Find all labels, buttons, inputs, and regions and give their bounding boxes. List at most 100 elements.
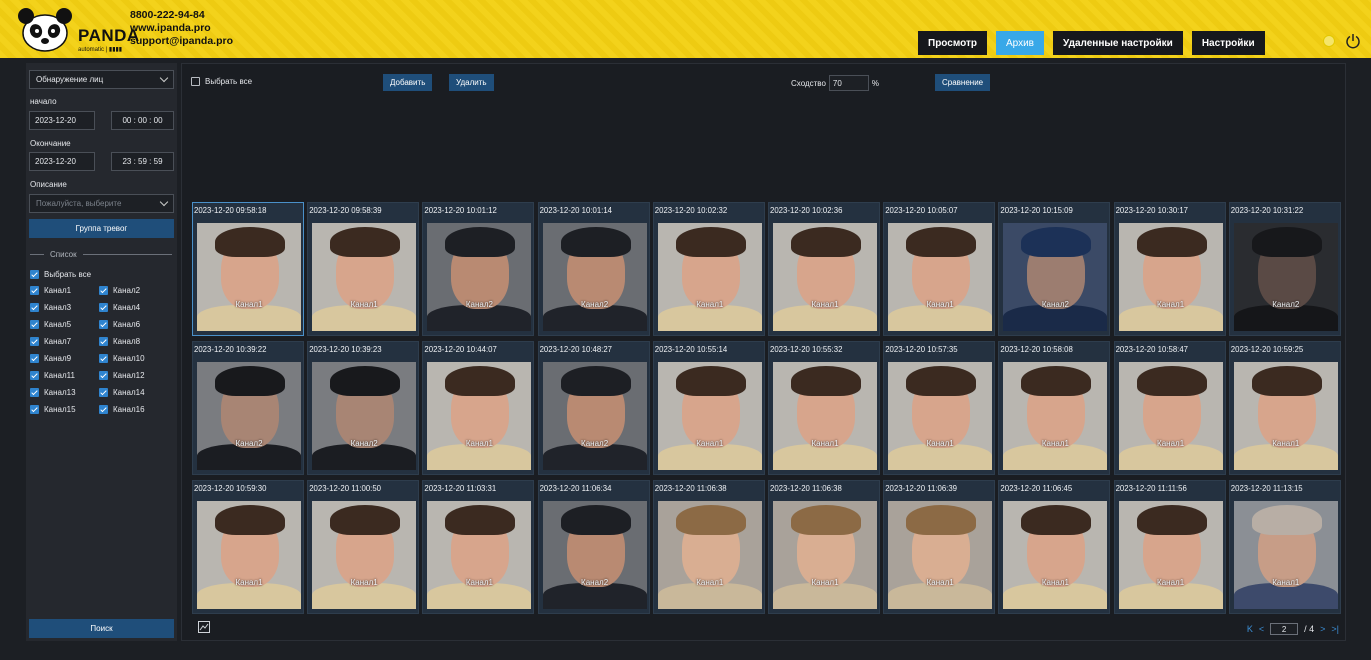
tab-remote-settings[interactable]: Удаленные настройки: [1053, 31, 1183, 55]
channel-checkbox[interactable]: Канал6: [99, 320, 140, 329]
checkbox-checked-icon[interactable]: [99, 303, 108, 312]
face-result-card[interactable]: 2023-12-20 11:13:15 Канал1: [1228, 480, 1341, 614]
face-result-card[interactable]: 2023-12-20 10:58:08 Канал1: [998, 341, 1111, 475]
website-link[interactable]: www.ipanda.pro: [130, 22, 233, 35]
page-number-input[interactable]: 2: [1270, 623, 1299, 635]
compare-button[interactable]: Сравнение: [935, 74, 991, 91]
channel-checkbox[interactable]: Канал3: [30, 303, 71, 312]
face-result-card[interactable]: 2023-12-20 10:01:14 Канал2: [537, 202, 650, 336]
face-snapshot[interactable]: Канал2: [1233, 223, 1338, 331]
face-snapshot[interactable]: Канал1: [1003, 501, 1108, 609]
face-snapshot[interactable]: Канал1: [888, 362, 993, 470]
face-snapshot[interactable]: Канал1: [312, 501, 417, 609]
face-result-card[interactable]: 2023-12-20 10:05:07 Канал1: [883, 202, 996, 336]
face-snapshot[interactable]: Канал1: [773, 362, 877, 470]
add-button[interactable]: Добавить: [383, 74, 433, 91]
checkbox-checked-icon[interactable]: [99, 320, 108, 329]
face-result-card[interactable]: 2023-12-20 11:06:34 Канал2: [537, 480, 650, 614]
channel-checkbox[interactable]: Канал14: [99, 388, 145, 397]
face-snapshot[interactable]: Канал2: [542, 501, 647, 609]
face-snapshot[interactable]: Канал2: [542, 223, 647, 331]
start-time-input[interactable]: 00 : 00 : 00: [111, 111, 174, 130]
checkbox-checked-icon[interactable]: [99, 354, 108, 363]
face-snapshot[interactable]: Канал1: [1118, 362, 1223, 470]
channel-checkbox[interactable]: Канал16: [99, 405, 145, 414]
tab-live-view[interactable]: Просмотр: [918, 31, 987, 55]
mode-select[interactable]: Обнаружение лиц: [29, 70, 174, 89]
checkbox-checked-icon[interactable]: [30, 303, 39, 312]
face-snapshot[interactable]: Канал1: [312, 223, 417, 331]
face-result-card[interactable]: 2023-12-20 10:58:47 Канал1: [1113, 341, 1226, 475]
checkbox-checked-icon[interactable]: [30, 388, 39, 397]
face-result-card[interactable]: 2023-12-20 10:59:25 Канал1: [1228, 341, 1341, 475]
face-snapshot[interactable]: Канал1: [1003, 362, 1108, 470]
face-result-card[interactable]: 2023-12-20 11:03:31 Канал1: [422, 480, 535, 614]
next-page-button[interactable]: >: [1320, 624, 1325, 634]
face-result-card[interactable]: 2023-12-20 10:01:12 Канал2: [422, 202, 535, 336]
end-date-input[interactable]: 2023-12-20: [29, 152, 95, 171]
face-result-card[interactable]: 2023-12-20 11:11:56 Канал1: [1113, 480, 1226, 614]
checkbox-checked-icon[interactable]: [99, 337, 108, 346]
checkbox-checked-icon[interactable]: [30, 405, 39, 414]
face-result-card[interactable]: 2023-12-20 10:15:09 Канал2: [998, 202, 1111, 336]
checkbox-checked-icon[interactable]: [99, 388, 108, 397]
face-snapshot[interactable]: Канал1: [888, 501, 993, 609]
checkbox-checked-icon[interactable]: [30, 371, 39, 380]
channel-checkbox[interactable]: Канал2: [99, 286, 140, 295]
face-snapshot[interactable]: Канал1: [657, 362, 762, 470]
end-time-input[interactable]: 23 : 59 : 59: [111, 152, 174, 171]
face-snapshot[interactable]: Канал2: [427, 223, 532, 331]
face-result-card[interactable]: 2023-12-20 10:39:23 Канал2: [307, 341, 420, 475]
checkbox-checked-icon[interactable]: [30, 320, 39, 329]
similarity-input[interactable]: 70: [828, 75, 869, 91]
face-result-card[interactable]: 2023-12-20 11:06:38 Канал1: [768, 480, 880, 614]
channel-checkbox[interactable]: Канал8: [99, 337, 140, 346]
tab-settings[interactable]: Настройки: [1191, 31, 1265, 55]
channel-checkbox[interactable]: Канал9: [30, 354, 71, 363]
face-result-card[interactable]: 2023-12-20 10:57:35 Канал1: [883, 341, 996, 475]
search-button[interactable]: Поиск: [29, 619, 174, 638]
face-snapshot[interactable]: Канал1: [1118, 501, 1223, 609]
image-icon[interactable]: [198, 621, 210, 633]
start-date-input[interactable]: 2023-12-20: [29, 111, 95, 130]
checkbox-checked-icon[interactable]: [30, 337, 39, 346]
face-result-card[interactable]: 2023-12-20 10:59:30 Канал1: [192, 480, 304, 614]
channel-checkbox[interactable]: Канал1: [30, 286, 71, 295]
checkbox-unchecked-icon[interactable]: [191, 77, 200, 86]
face-result-card[interactable]: 2023-12-20 10:02:32 Канал1: [652, 202, 765, 336]
face-result-card[interactable]: 2023-12-20 10:02:36 Канал1: [768, 202, 880, 336]
face-snapshot[interactable]: Канал1: [1233, 362, 1338, 470]
last-page-button[interactable]: >|: [1331, 624, 1339, 634]
face-snapshot[interactable]: Канал1: [427, 501, 532, 609]
face-result-card[interactable]: 2023-12-20 10:39:22 Канал2: [192, 341, 304, 475]
face-snapshot[interactable]: Канал1: [888, 223, 993, 331]
face-result-card[interactable]: 2023-12-20 10:48:27 Канал2: [537, 341, 650, 475]
channel-checkbox[interactable]: Канал4: [99, 303, 140, 312]
face-result-card[interactable]: 2023-12-20 11:06:39 Канал1: [883, 480, 996, 614]
checkbox-checked-icon[interactable]: [99, 371, 108, 380]
channel-checkbox[interactable]: Канал5: [30, 320, 71, 329]
checkbox-checked-icon[interactable]: [30, 354, 39, 363]
prev-page-button[interactable]: <: [1259, 624, 1264, 634]
first-page-button[interactable]: K: [1247, 624, 1253, 634]
face-snapshot[interactable]: Канал1: [1118, 223, 1223, 331]
face-result-card[interactable]: 2023-12-20 11:00:50 Канал1: [307, 480, 420, 614]
channel-checkbox[interactable]: Канал11: [30, 371, 75, 380]
channel-checkbox[interactable]: Канал7: [30, 337, 71, 346]
face-snapshot[interactable]: Канал2: [542, 362, 647, 470]
checkbox-checked-icon[interactable]: [30, 270, 39, 279]
face-result-card[interactable]: 2023-12-20 10:30:17 Канал1: [1113, 202, 1226, 336]
face-result-card[interactable]: 2023-12-20 10:55:32 Канал1: [768, 341, 880, 475]
face-snapshot[interactable]: Канал2: [1003, 223, 1108, 331]
face-snapshot[interactable]: Канал1: [427, 362, 532, 470]
face-result-card[interactable]: 2023-12-20 11:06:38 Канал1: [652, 480, 765, 614]
face-snapshot[interactable]: Канал1: [773, 223, 877, 331]
face-snapshot[interactable]: Канал1: [197, 223, 301, 331]
select-all-channels[interactable]: Выбрать все: [30, 270, 91, 279]
face-snapshot[interactable]: Канал1: [197, 501, 301, 609]
face-result-card[interactable]: 2023-12-20 11:06:45 Канал1: [998, 480, 1111, 614]
delete-button[interactable]: Удалить: [449, 74, 494, 91]
face-result-card[interactable]: 2023-12-20 09:58:39 Канал1: [307, 202, 420, 336]
info-icon[interactable]: [1323, 35, 1335, 47]
select-all-results[interactable]: Выбрать все: [191, 77, 252, 86]
